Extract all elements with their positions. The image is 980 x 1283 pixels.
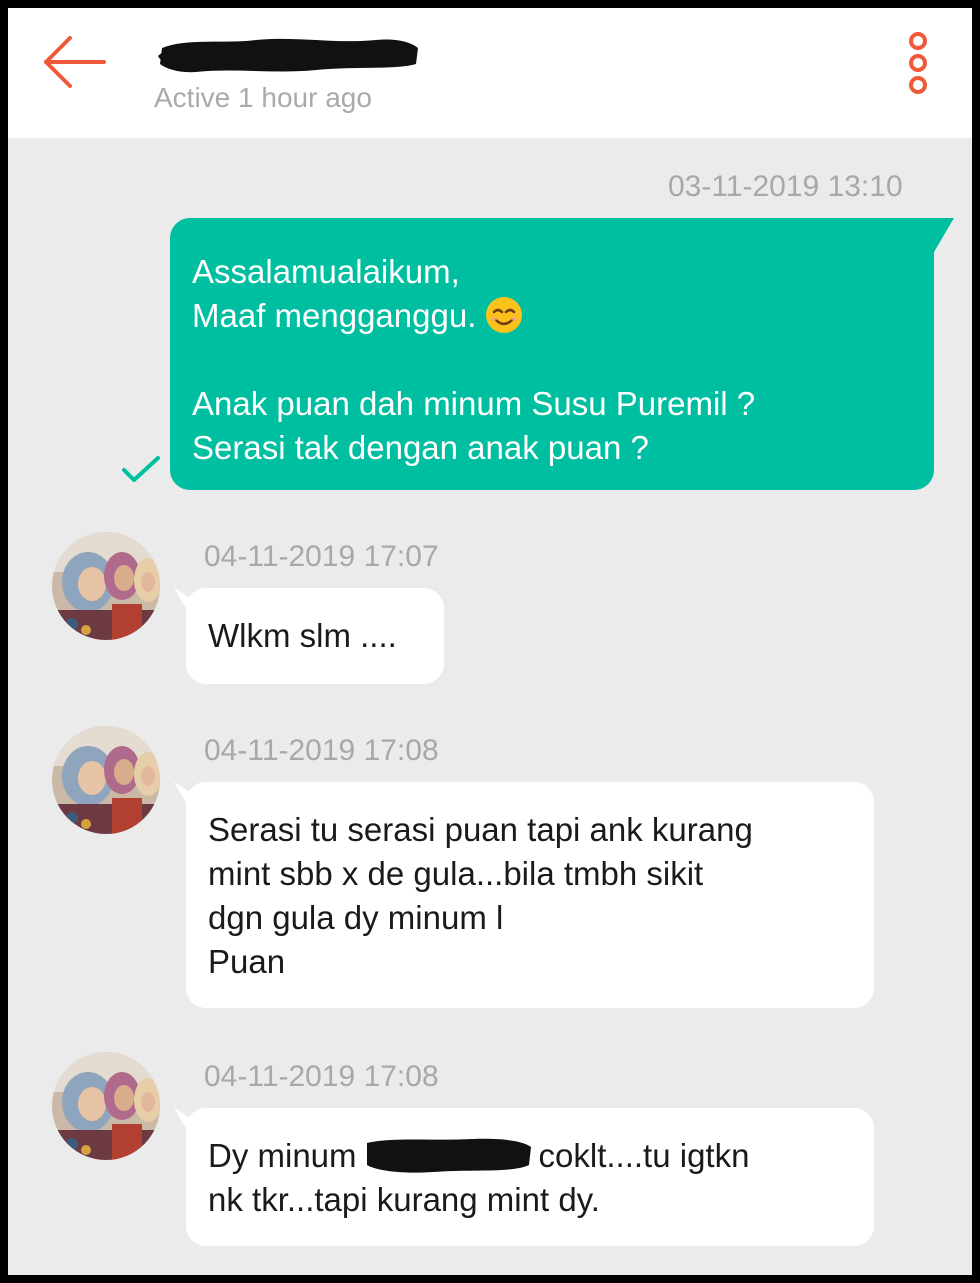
- message-line: Dy minum coklt....tu igtkn: [208, 1134, 852, 1178]
- message-line: Puan: [208, 943, 286, 980]
- outgoing-message-bubble[interactable]: Assalamualaikum, Maaf mengganggu. Anak p…: [170, 218, 934, 490]
- chat-screen: Active 1 hour ago 03-11-2019 13:10 Assal…: [8, 8, 972, 1275]
- more-options-button[interactable]: [898, 30, 938, 96]
- more-vertical-icon: [909, 32, 927, 94]
- presence-status: Active 1 hour ago: [154, 82, 372, 113]
- avatar[interactable]: [52, 532, 160, 640]
- arrow-left-icon: [44, 36, 106, 88]
- incoming-message-bubble[interactable]: Wlkm slm ....: [186, 588, 444, 684]
- message-line: mint sbb x de gula...bila tmbh sikit: [208, 855, 704, 892]
- message-line: Assalamualaikum,: [192, 253, 460, 290]
- message-line: [192, 338, 912, 382]
- message-timestamp: 03-11-2019 13:10: [668, 170, 903, 203]
- message-line: Anak puan dah minum Susu Puremil ?: [192, 385, 756, 422]
- check-icon: [122, 456, 160, 482]
- back-button[interactable]: [38, 32, 108, 92]
- incoming-message-bubble[interactable]: Dy minum coklt....tu igtkn nk tkr...tapi…: [186, 1108, 874, 1246]
- message-text: Dy minum: [208, 1137, 357, 1174]
- message-text: Maaf mengganggu.: [192, 297, 477, 334]
- smiling-face-emoji-icon: [486, 297, 523, 333]
- incoming-message-bubble[interactable]: Serasi tu serasi puan tapi ank kurang mi…: [186, 782, 874, 1008]
- message-timestamp: 04-11-2019 17:08: [204, 734, 439, 767]
- message-line: nk tkr...tapi kurang mint dy.: [208, 1181, 600, 1218]
- message-timestamp: 04-11-2019 17:08: [204, 1060, 439, 1093]
- message-line: Serasi tak dengan anak puan ?: [192, 429, 649, 466]
- message-timestamp: 04-11-2019 17:07: [204, 540, 439, 573]
- message-line: Wlkm slm ....: [208, 617, 397, 654]
- avatar[interactable]: [52, 726, 160, 834]
- message-line: Serasi tu serasi puan tapi ank kurang: [208, 811, 753, 848]
- message-line: dgn gula dy minum l: [208, 899, 504, 936]
- message-text: coklt....tu igtkn: [538, 1137, 750, 1174]
- redacted-text: [366, 1138, 531, 1173]
- chat-header: Active 1 hour ago: [8, 8, 972, 138]
- message-line: Maaf mengganggu.: [192, 294, 912, 338]
- contact-name-redacted: [156, 30, 421, 78]
- avatar[interactable]: [52, 1052, 160, 1160]
